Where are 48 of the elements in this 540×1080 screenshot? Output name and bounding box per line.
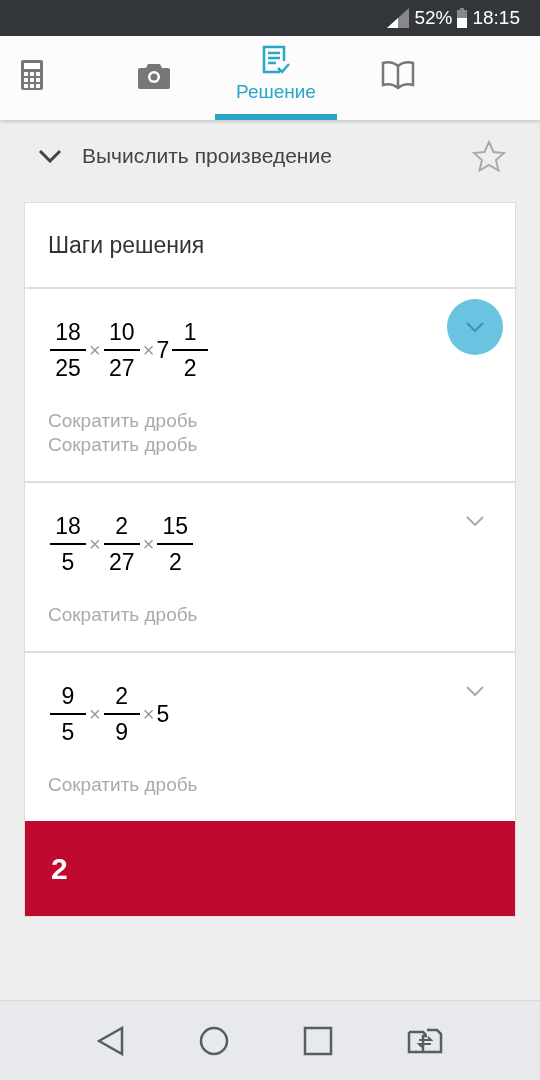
numerator: 2: [115, 682, 129, 711]
times-sign: ×: [142, 702, 155, 727]
step-hint: Сократить дробь: [48, 409, 199, 433]
denominator: 27: [108, 548, 135, 577]
numerator: 10: [108, 318, 135, 347]
camera-icon: [138, 61, 170, 89]
step-hint: Сократить дробь: [48, 433, 199, 457]
star-icon[interactable]: [472, 140, 506, 172]
numerator: 18: [55, 512, 81, 541]
numerator: 9: [61, 682, 75, 711]
chevron-icon: [466, 686, 484, 696]
denominator: 25: [55, 354, 81, 383]
recents-icon[interactable]: [303, 1025, 333, 1056]
card-title: Шаги решения: [48, 230, 205, 260]
numerator: 1: [183, 318, 197, 347]
calculator-icon: [21, 60, 43, 90]
back-icon[interactable]: [97, 1025, 125, 1056]
whole-number: 5: [156, 699, 170, 729]
denominator: 2: [168, 548, 182, 577]
denominator: 2: [183, 354, 197, 383]
times-sign: ×: [142, 338, 155, 363]
numerator: 18: [55, 318, 81, 347]
step-hint: Сократить дробь: [48, 773, 199, 797]
problem-title: Вычислить произведение: [82, 143, 333, 170]
denominator: 9: [115, 718, 129, 747]
answer: 2: [51, 851, 68, 887]
battery-icon: [457, 8, 468, 28]
times-sign: ×: [142, 532, 155, 557]
times-sign: ×: [89, 702, 101, 727]
times-sign: ×: [89, 532, 101, 557]
numerator: 15: [162, 512, 189, 541]
denominator: 5: [61, 718, 75, 747]
step-hint: Сократить дробь: [48, 603, 199, 627]
denominator: 27: [108, 354, 135, 383]
battery-percent: 52%: [414, 5, 453, 30]
signal-icon: [387, 8, 410, 28]
sim-switch-icon[interactable]: [407, 1027, 443, 1054]
whole-number: 7: [156, 335, 170, 365]
chevron-icon[interactable]: [38, 149, 62, 163]
times-sign: ×: [89, 338, 101, 363]
home-icon[interactable]: [199, 1025, 229, 1056]
numerator: 2: [115, 512, 129, 541]
document-check-icon: [260, 43, 292, 76]
chevron-icon: [466, 516, 484, 526]
denominator: 5: [61, 548, 75, 577]
clock: 18:15: [472, 5, 520, 30]
chevron-icon: [466, 322, 484, 332]
book-icon: [381, 60, 415, 90]
